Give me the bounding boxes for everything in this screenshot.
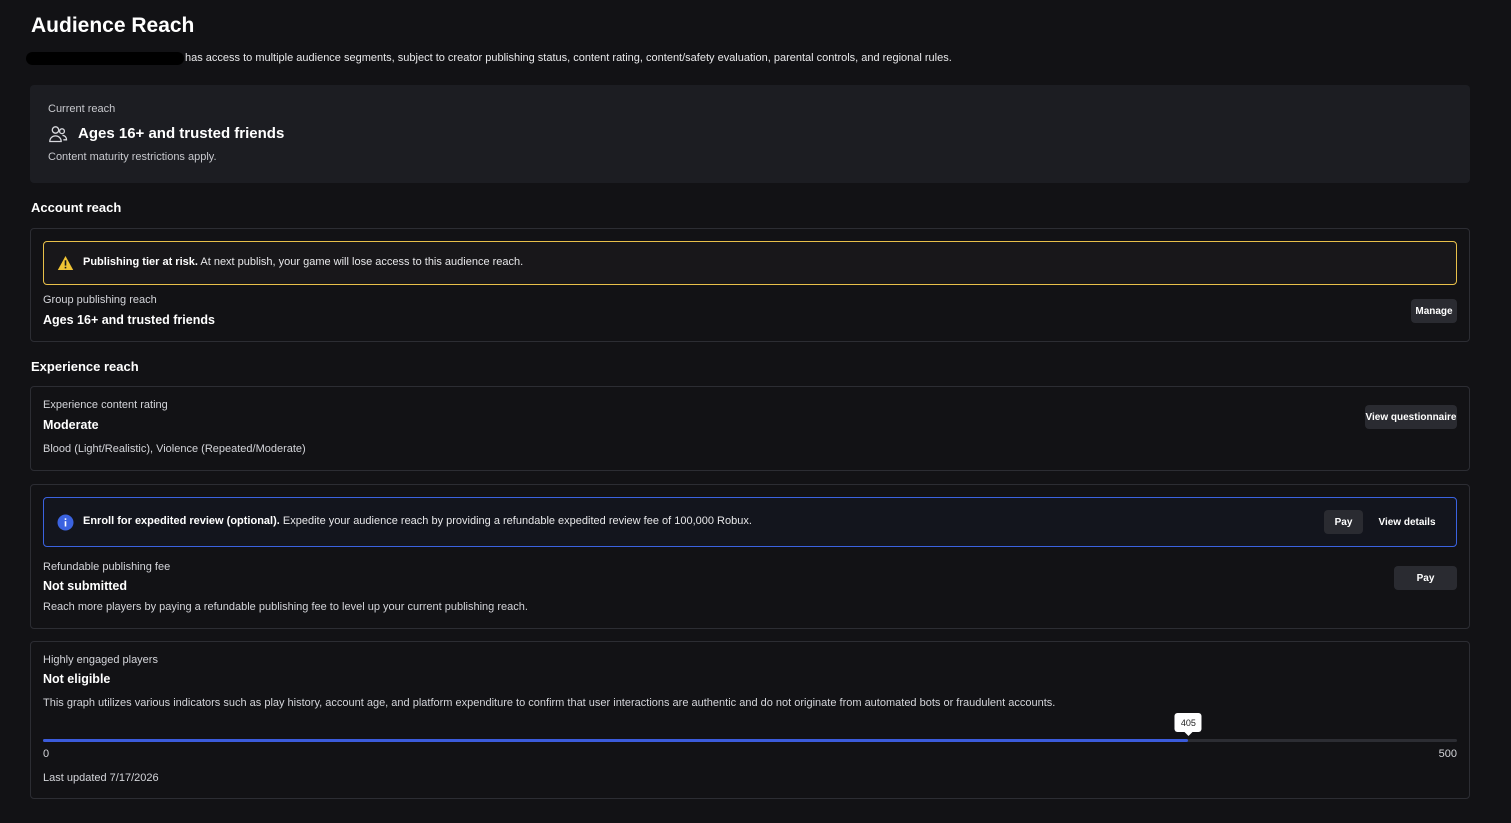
- engaged-players-panel: Highly engaged players Not eligible This…: [30, 641, 1470, 799]
- group-publishing-reach-label: Group publishing reach: [43, 294, 157, 306]
- progress-fill: [43, 739, 1189, 742]
- publishing-fee-label: Refundable publishing fee: [43, 561, 171, 573]
- publishing-tier-warning: Publishing tier at risk. At next publish…: [43, 241, 1457, 285]
- people-icon: [49, 126, 68, 143]
- page-subtitle: has access to multiple audience segments…: [26, 51, 952, 65]
- warning-title: Publishing tier at risk.: [83, 256, 198, 268]
- engaged-players-value: Not eligible: [43, 672, 111, 686]
- current-reach-label: Current reach: [48, 103, 116, 115]
- expedited-review-title: Enroll for expedited review (optional).: [83, 515, 280, 527]
- content-descriptors: Blood (Light/Realistic), Violence (Repea…: [43, 443, 306, 455]
- account-reach-panel: Publishing tier at risk. At next publish…: [30, 228, 1470, 342]
- progress-min-label: 0: [43, 748, 50, 760]
- progress-track: [43, 739, 1457, 742]
- publishing-fee-panel: Enroll for expedited review (optional). …: [30, 484, 1470, 629]
- expedited-review-message: Enroll for expedited review (optional). …: [83, 515, 752, 527]
- expedited-review-info: Enroll for expedited review (optional). …: [43, 497, 1457, 547]
- warning-text: At next publish, your game will lose acc…: [200, 256, 524, 268]
- publishing-fee-description: Reach more players by paying a refundabl…: [43, 601, 528, 613]
- last-updated: Last updated 7/17/2026: [43, 772, 159, 784]
- current-reach-card: Current reach Ages 16+ and trusted frien…: [30, 85, 1470, 183]
- current-reach-value: Ages 16+ and trusted friends: [78, 125, 285, 142]
- group-publishing-reach-value: Ages 16+ and trusted friends: [43, 313, 215, 327]
- engaged-players-label: Highly engaged players: [43, 654, 158, 666]
- expedited-review-text: Expedite your audience reach by providin…: [282, 515, 752, 527]
- warning-icon: [57, 256, 74, 270]
- expedited-pay-button[interactable]: Pay: [1324, 510, 1363, 534]
- view-questionnaire-button[interactable]: View questionnaire: [1365, 405, 1457, 429]
- account-reach-heading: Account reach: [31, 200, 122, 215]
- warning-message: Publishing tier at risk. At next publish…: [83, 256, 523, 268]
- progress-max-label: 500: [1438, 748, 1457, 760]
- subtitle-text: has access to multiple audience segments…: [185, 52, 952, 64]
- view-details-button[interactable]: View details: [1374, 510, 1440, 534]
- manage-button[interactable]: Manage: [1411, 299, 1457, 323]
- publishing-fee-pay-button[interactable]: Pay: [1394, 566, 1457, 590]
- experience-reach-panel: Experience content rating Moderate Blood…: [30, 386, 1470, 471]
- content-rating-value: Moderate: [43, 418, 99, 432]
- page-title: Audience Reach: [31, 14, 195, 37]
- content-rating-label: Experience content rating: [43, 399, 168, 411]
- redacted-name: [26, 51, 184, 65]
- progress-value-tooltip: 405: [1174, 713, 1202, 732]
- experience-reach-heading: Experience reach: [31, 359, 139, 374]
- info-icon: [57, 514, 74, 531]
- engaged-players-description: This graph utilizes various indicators s…: [43, 697, 1056, 709]
- publishing-fee-value: Not submitted: [43, 579, 128, 593]
- current-reach-note: Content maturity restrictions apply.: [48, 151, 217, 163]
